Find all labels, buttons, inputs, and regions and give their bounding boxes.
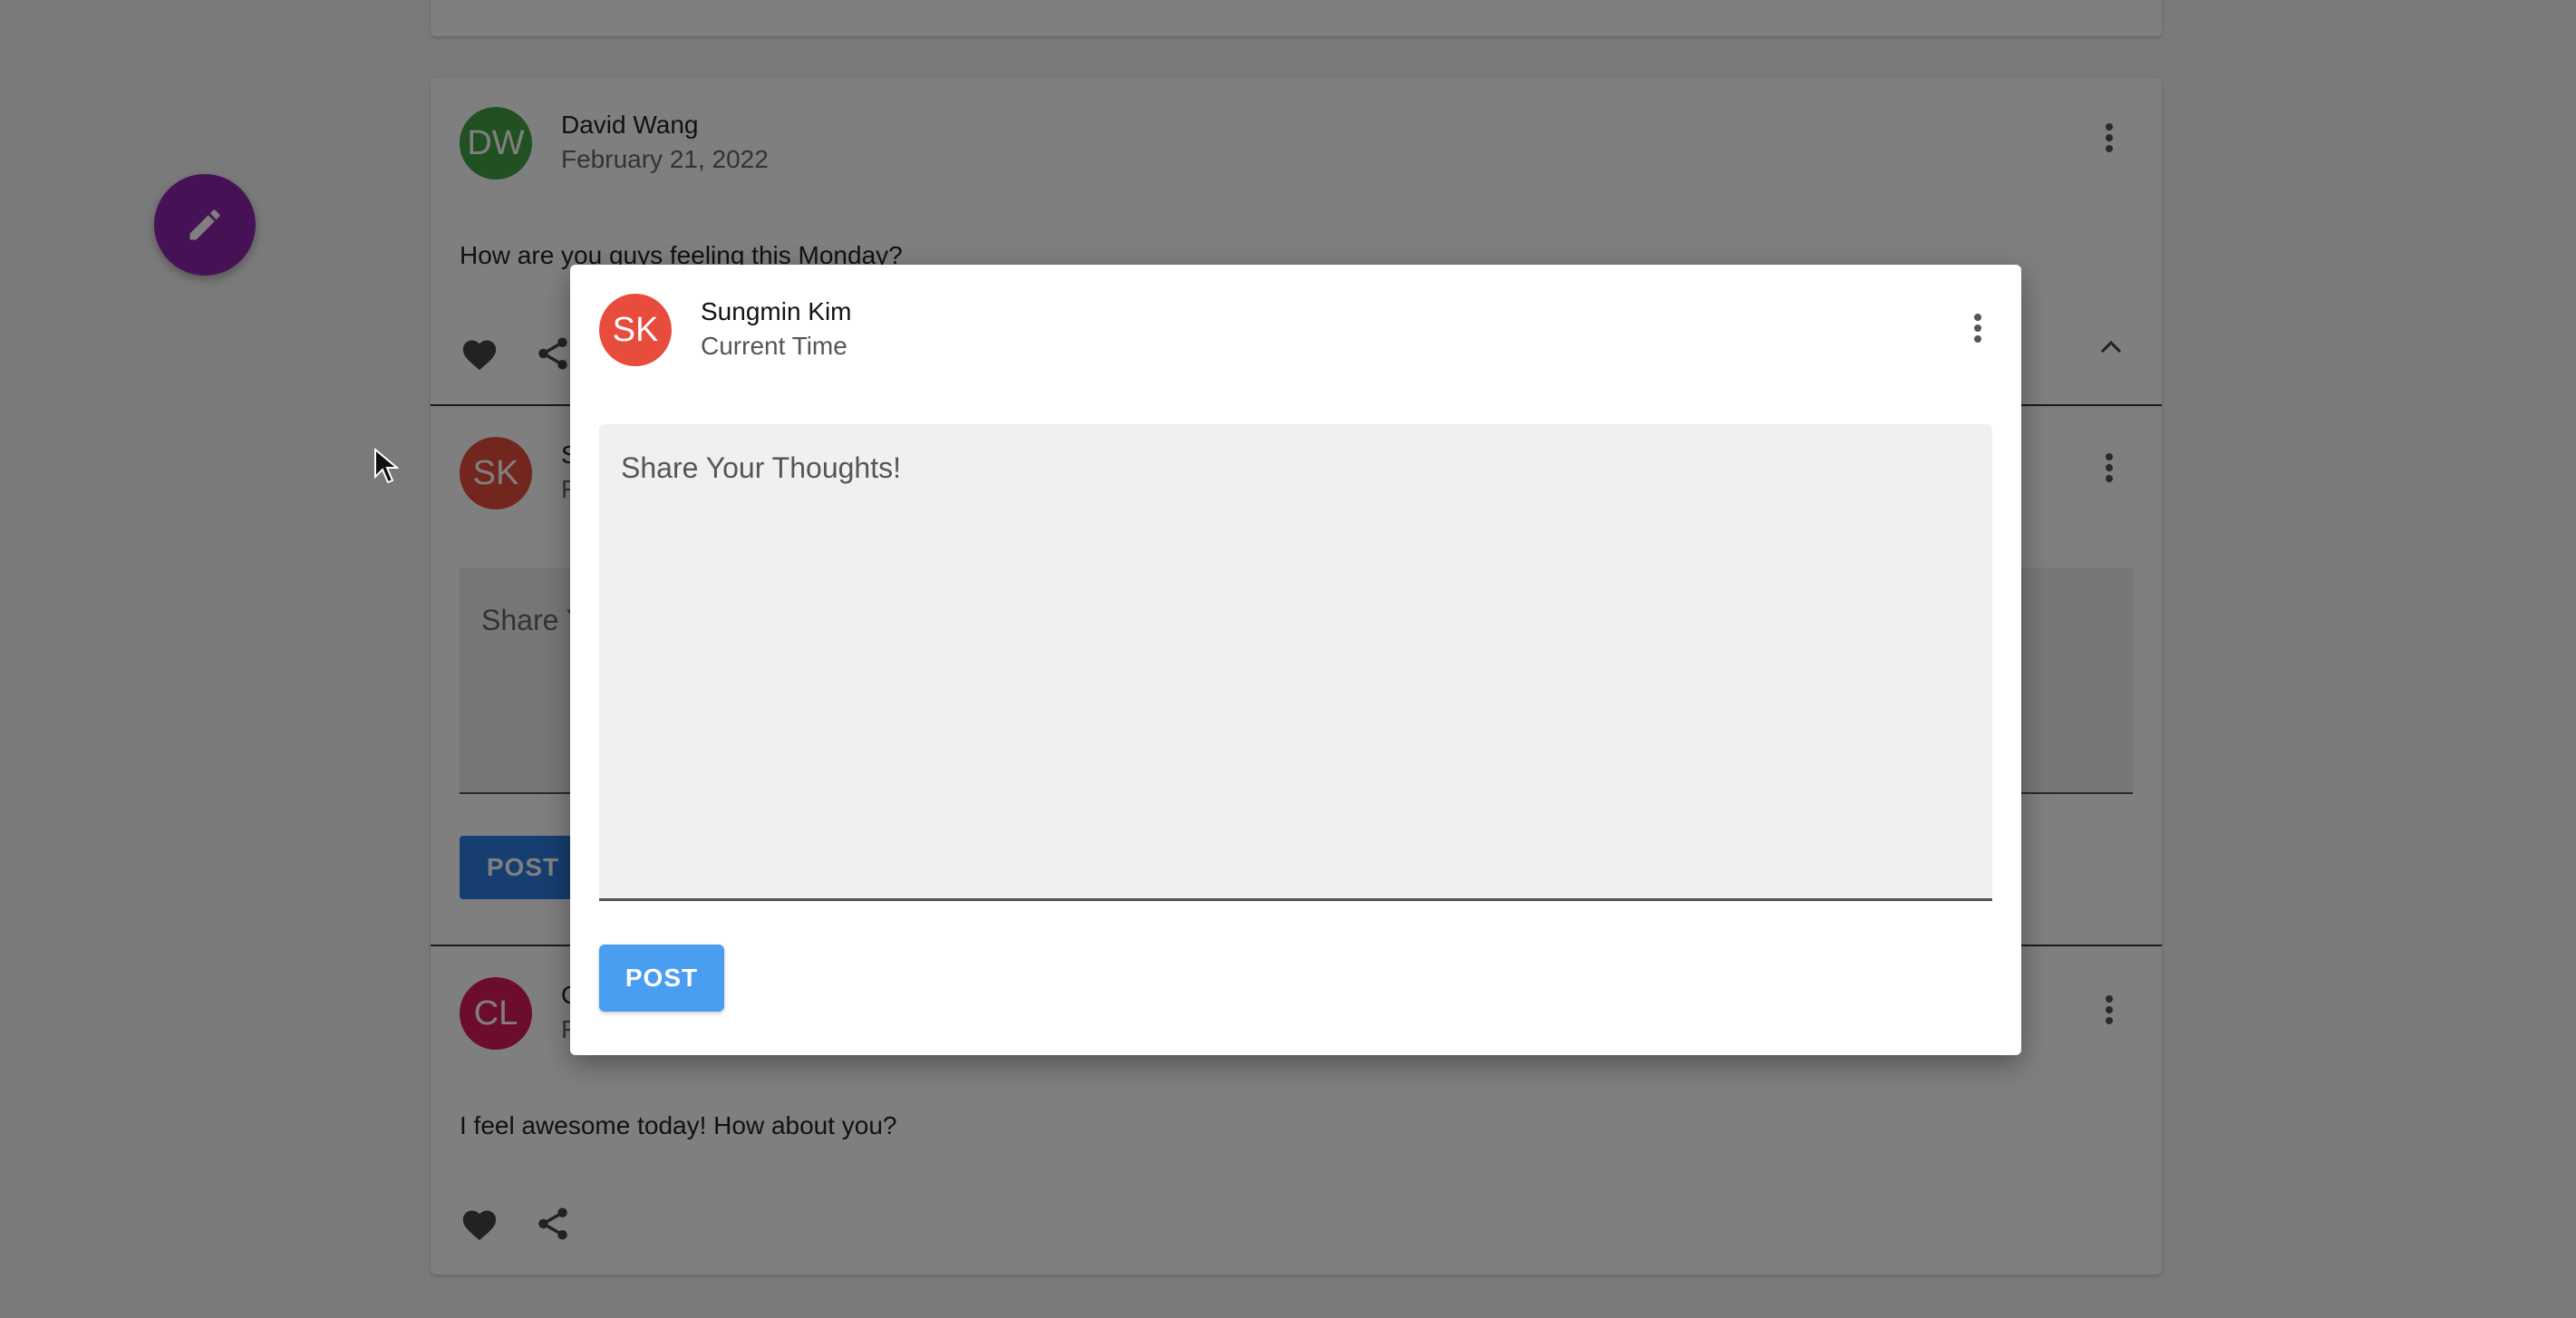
dialog-author-name: Sungmin Kim (701, 297, 852, 325)
mouse-cursor-icon (374, 448, 399, 484)
page: DW David Wang February 21, 2022 How are … (0, 0, 2576, 1318)
dialog-timestamp: Current Time (701, 332, 847, 360)
more-options-icon[interactable] (1971, 310, 1985, 346)
post-textarea-placeholder: Share Your Thoughts! (621, 451, 901, 484)
avatar: SK (599, 294, 672, 366)
post-textarea[interactable]: Share Your Thoughts! (599, 424, 1992, 901)
post-button[interactable]: POST (599, 945, 724, 1012)
compose-dialog: SK Sungmin Kim Current Time Share Your T… (570, 265, 2021, 1055)
